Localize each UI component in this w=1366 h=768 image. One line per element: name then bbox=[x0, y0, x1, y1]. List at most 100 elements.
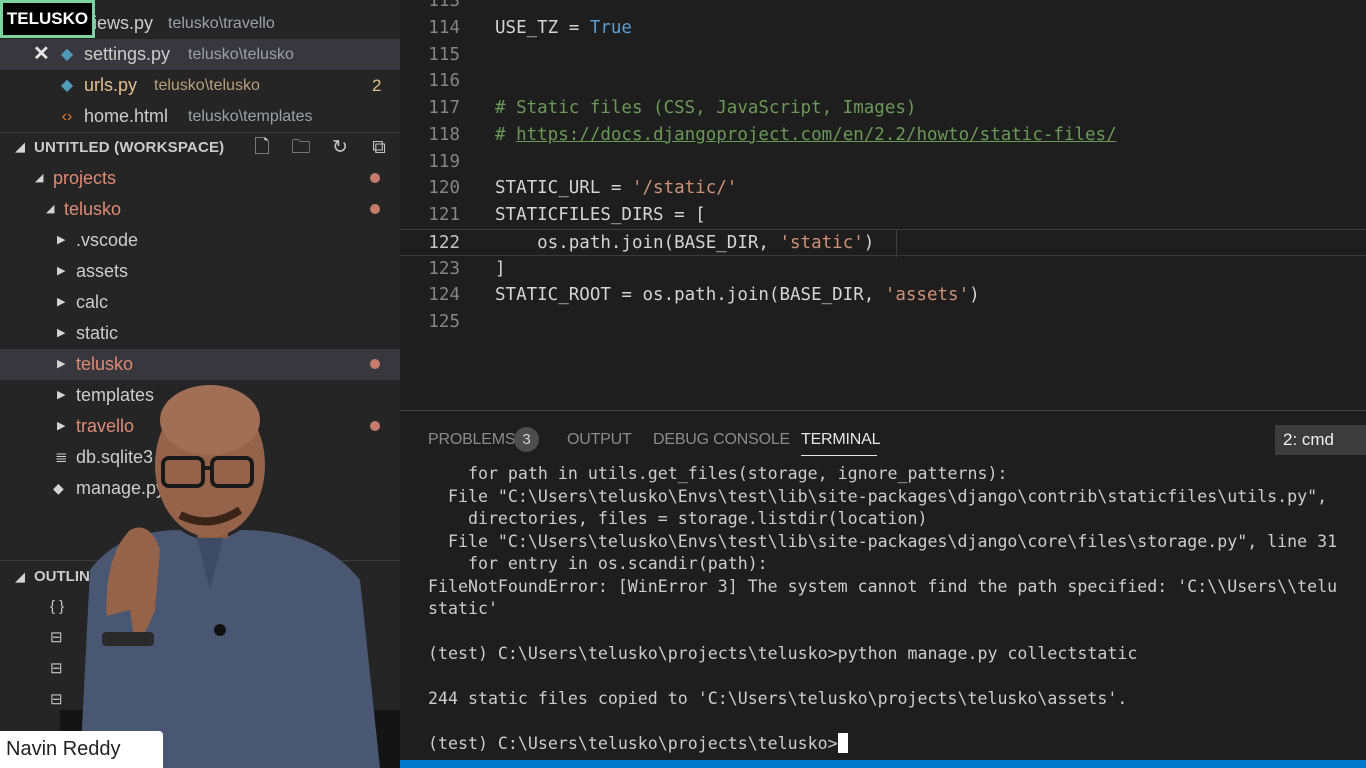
tree-folder-telusko[interactable]: ◢ telusko bbox=[0, 194, 400, 225]
refresh-icon[interactable]: ↻ bbox=[328, 136, 352, 160]
tree-label: projects bbox=[53, 168, 117, 188]
open-editor-name: home.html bbox=[84, 106, 169, 126]
code-text: ] bbox=[495, 258, 506, 279]
collapse-all-icon[interactable]: ⧉ bbox=[367, 136, 391, 160]
code-line[interactable]: 125 bbox=[400, 309, 1366, 336]
line-number: 115 bbox=[428, 44, 460, 65]
line-number: 122 bbox=[428, 232, 460, 253]
line-number: 119 bbox=[428, 151, 460, 172]
tree-folder-calc[interactable]: ▶ calc bbox=[0, 287, 400, 318]
terminal-line: for path in utils.get_files(storage, ign… bbox=[428, 464, 1008, 483]
open-editor-urls[interactable]: ◆ urls.py telusko\telusko 2 bbox=[0, 70, 400, 101]
presenter-figure bbox=[60, 385, 400, 768]
tab-debug-console[interactable]: DEBUG CONSOLE bbox=[653, 431, 790, 449]
code-text: STATIC_ROOT = os.path.join(BASE_DIR, 'as… bbox=[495, 285, 980, 306]
tree-label: telusko bbox=[64, 199, 122, 219]
code-line[interactable]: 123] bbox=[400, 256, 1366, 283]
line-number: 123 bbox=[428, 258, 460, 279]
line-number: 117 bbox=[428, 98, 460, 118]
open-editor-path: telusko\travello bbox=[168, 15, 275, 32]
line-number: 125 bbox=[428, 312, 460, 332]
workspace-title: UNTITLED (WORKSPACE) bbox=[34, 139, 225, 156]
code-line[interactable]: 121 STATICFILES_DIRS = [ bbox=[400, 202, 1366, 229]
code-text: STATICFILES_DIRS = [ bbox=[495, 205, 706, 225]
open-editor-settings[interactable]: ✕ ◆ settings.py telusko\telusko bbox=[0, 39, 400, 70]
code-line[interactable]: 113 bbox=[400, 0, 1366, 15]
terminal-line: (test) C:\Users\telusko\projects\telusko… bbox=[428, 733, 848, 755]
html-icon: ‹› bbox=[61, 108, 73, 125]
code-line[interactable]: 119 bbox=[400, 149, 1366, 176]
open-editor-path: telusko\templates bbox=[188, 108, 313, 125]
code-text: # https://docs.djangoproject.com/en/2.2/… bbox=[495, 124, 1117, 145]
new-folder-icon[interactable]: 🗀 bbox=[289, 136, 313, 160]
chevron-right-icon: ▶ bbox=[57, 265, 66, 277]
code-line[interactable]: 120 STATIC_URL = '/static/' bbox=[400, 175, 1366, 202]
new-file-icon[interactable]: 🗋 bbox=[250, 136, 274, 160]
presenter-webcam bbox=[60, 380, 400, 768]
problem-count: 2 bbox=[372, 76, 382, 95]
chevron-down-icon: ◢ bbox=[35, 172, 44, 184]
terminal-line: 244 static files copied to 'C:\Users\tel… bbox=[428, 689, 1128, 708]
tab-output[interactable]: OUTPUT bbox=[567, 431, 632, 449]
code-line[interactable]: 116 bbox=[400, 68, 1366, 95]
chevron-right-icon: ▶ bbox=[57, 358, 66, 370]
channel-logo: TELUSKO bbox=[0, 0, 95, 38]
chevron-right-icon: ▶ bbox=[57, 327, 66, 339]
terminal-line: File "C:\Users\telusko\Envs\test\lib\sit… bbox=[428, 531, 1338, 551]
tab-problems[interactable]: PROBLEMS bbox=[428, 431, 516, 449]
code-line[interactable]: 115 bbox=[400, 42, 1366, 69]
bottom-panel: PROBLEMS 3 OUTPUT DEBUG CONSOLE TERMINAL… bbox=[400, 410, 1366, 768]
tree-folder-projects[interactable]: ◢ projects bbox=[0, 163, 400, 194]
code-line[interactable]: 124 STATIC_ROOT = os.path.join(BASE_DIR, … bbox=[400, 282, 1366, 309]
line-number: 121 bbox=[428, 205, 460, 225]
python-icon: ◆ bbox=[60, 77, 74, 94]
line-number: 114 bbox=[428, 17, 460, 38]
open-editor-home[interactable]: ‹› home.html telusko\templates bbox=[0, 101, 400, 132]
open-editor-name: urls.py bbox=[84, 75, 138, 95]
code-text: # Static files (CSS, JavaScript, Images) bbox=[495, 98, 917, 118]
line-number: 120 bbox=[428, 178, 460, 199]
line-number: 113 bbox=[428, 0, 460, 11]
code-text: STATIC_URL = '/static/' bbox=[495, 178, 738, 199]
line-number: 124 bbox=[428, 285, 460, 306]
open-editor-name: settings.py bbox=[84, 44, 171, 64]
tree-folder-telusko-inner[interactable]: ▶ telusko bbox=[0, 349, 400, 380]
code-text: os.path.join(BASE_DIR, 'static') bbox=[495, 232, 875, 253]
chevron-down-icon: ◢ bbox=[46, 203, 55, 215]
chevron-down-icon: ◢ bbox=[15, 569, 25, 584]
terminal-line: for entry in os.scandir(path): bbox=[428, 554, 768, 573]
code-line[interactable]: 118 # https://docs.djangoproject.com/en/2… bbox=[400, 122, 1366, 149]
code-line[interactable]: 117 # Static files (CSS, JavaScript, Imag… bbox=[400, 95, 1366, 122]
chevron-right-icon: ▶ bbox=[57, 234, 66, 246]
tree-folder-assets[interactable]: ▶ assets bbox=[0, 256, 400, 287]
terminal-select[interactable]: 2: cmd bbox=[1275, 425, 1366, 455]
tree-label: .vscode bbox=[76, 230, 139, 250]
terminal-cursor bbox=[837, 733, 848, 753]
tree-label: assets bbox=[76, 261, 129, 281]
tab-terminal[interactable]: TERMINAL bbox=[801, 431, 881, 449]
tree-label: telusko bbox=[76, 354, 134, 374]
presenter-name: Navin Reddy bbox=[6, 738, 121, 760]
active-tab-indicator bbox=[801, 455, 877, 456]
terminal-line: directories, files = storage.listdir(loc… bbox=[428, 509, 928, 528]
tree-folder-static[interactable]: ▶ static bbox=[0, 318, 400, 349]
code-editor[interactable]: 113 114 USE_TZ = True 115 116 117 # Static fil… bbox=[400, 0, 1366, 410]
terminal-line: (test) C:\Users\telusko\projects\telusko… bbox=[428, 644, 1138, 663]
workspace-header[interactable]: ◢ UNTITLED (WORKSPACE) 🗋 🗀 ↻ ⧉ bbox=[0, 132, 400, 164]
line-number: 116 bbox=[428, 71, 460, 92]
code-line[interactable]: 122 os.path.join(BASE_DIR, 'static') bbox=[400, 228, 1366, 256]
terminal-line: static' bbox=[428, 599, 498, 618]
presenter-name-tag: Navin Reddy bbox=[0, 731, 163, 768]
modified-dot bbox=[370, 359, 380, 369]
tree-label: static bbox=[76, 323, 119, 343]
status-bar bbox=[400, 760, 1366, 768]
chevron-down-icon: ◢ bbox=[15, 139, 25, 154]
tree-folder-vscode[interactable]: ▶ .vscode bbox=[0, 225, 400, 256]
close-icon[interactable]: ✕ bbox=[33, 39, 50, 70]
modified-dot bbox=[370, 173, 380, 183]
python-icon: ◆ bbox=[60, 46, 74, 63]
modified-dot bbox=[370, 204, 380, 214]
code-line[interactable]: 114 USE_TZ = True bbox=[400, 15, 1366, 42]
chevron-right-icon: ▶ bbox=[57, 296, 66, 308]
terminal-line: File "C:\Users\telusko\Envs\test\lib\sit… bbox=[428, 486, 1328, 506]
